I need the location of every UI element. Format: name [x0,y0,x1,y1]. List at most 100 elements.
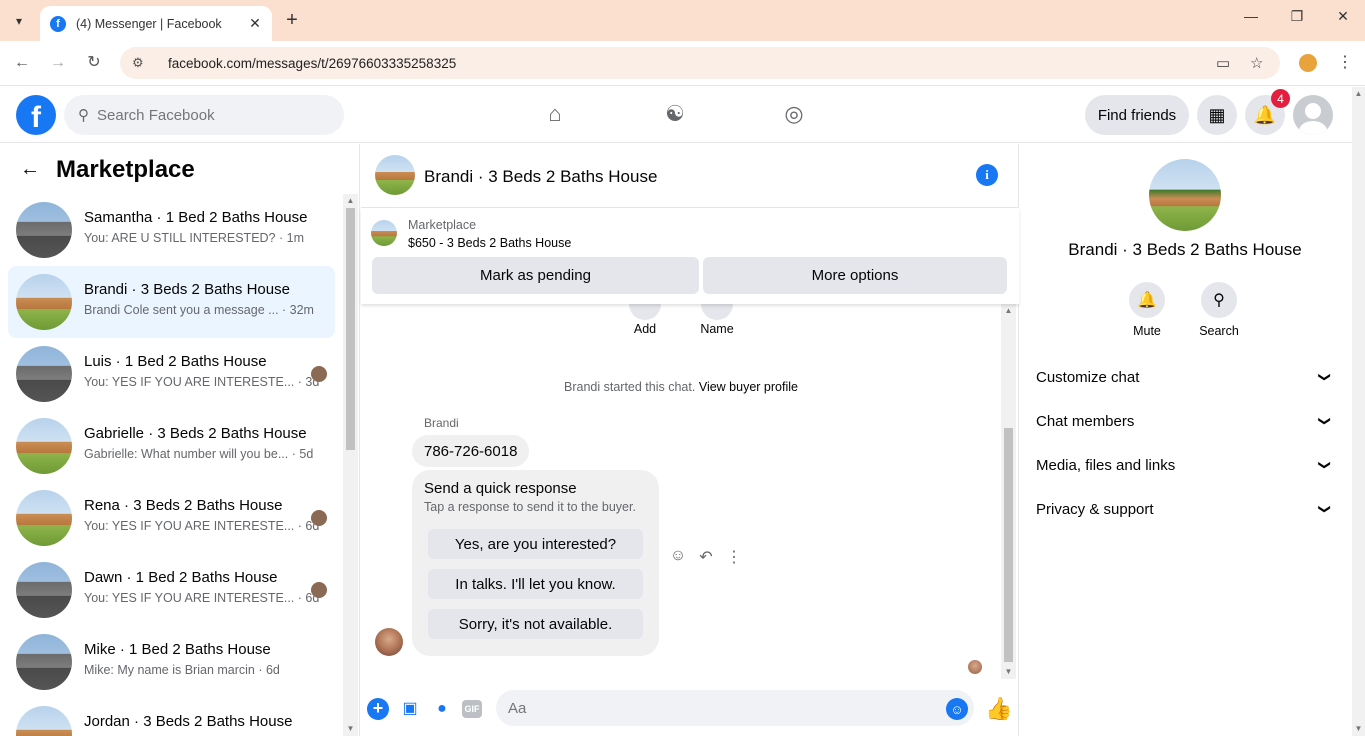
listing-thumbnail [16,418,72,474]
list-scroll-thumb[interactable] [346,208,355,450]
mute-action[interactable]: 🔔 Mute [1117,282,1177,338]
chat-scrollbar[interactable]: ▲ ▼ [1001,304,1016,679]
chat-scroll-thumb[interactable] [1004,428,1013,662]
new-tab-icon[interactable]: + [282,9,302,32]
home-icon[interactable]: ⌂ [541,101,569,129]
conversation-item[interactable]: Dawn · 1 Bed 2 Baths House You: YES IF YO… [8,554,335,626]
message-bubble[interactable]: 786-726-6018 [412,435,530,467]
conversation-sidebar: ← Marketplace Samantha · 1 Bed 2 Baths H… [0,144,360,736]
page-scrollbar[interactable]: ▲ ▼ [1352,87,1365,736]
groups-icon[interactable]: ◎ [780,101,808,129]
customize-chat-section[interactable]: Customize chat ❯ [1028,357,1338,397]
quick-reply-yes-button[interactable]: Yes, are you interested? [428,529,643,559]
tab-search-icon[interactable]: ▾ [8,10,30,32]
search-conversation-icon[interactable]: ⚲ [1201,282,1237,318]
chevron-down-icon: ❯ [1317,371,1332,383]
chat-title[interactable]: Brandi · 3 Beds 2 Baths House [424,167,657,187]
mark-pending-button[interactable]: Mark as pending [372,257,699,294]
conversation-snippet: Mike: My name is Brian marcin · 6d [84,663,280,677]
site-info-icon[interactable]: ⚙ [132,55,150,71]
react-emoji-icon[interactable]: ☺ [668,547,688,565]
message-input-box[interactable] [496,690,974,726]
window-close-icon[interactable]: ✕ [1331,8,1355,25]
reply-icon[interactable]: ↶ [696,547,716,567]
sticker-icon[interactable]: ● [431,698,453,720]
view-buyer-profile-link[interactable]: View buyer profile [699,380,798,394]
customize-chat-label: Customize chat [1036,368,1140,386]
chat-members-section[interactable]: Chat members ❯ [1028,401,1338,441]
message-input[interactable] [508,699,928,717]
listing-thumbnail [16,562,72,618]
name-label: Name [700,322,734,336]
restore-icon[interactable]: ❐ [1285,8,1309,25]
nickname-icon[interactable] [701,304,733,320]
like-thumbs-up-icon[interactable]: 👍 [985,696,1012,722]
page-scroll-down-icon[interactable]: ▼ [1352,724,1365,733]
conversation-item[interactable]: Gabrielle · 3 Beds 2 Baths House Gabriell… [8,410,335,482]
find-friends-button[interactable]: Find friends [1085,95,1189,135]
conversation-item[interactable]: Samantha · 1 Bed 2 Baths House You: ARE U… [8,194,335,266]
mute-bell-icon[interactable]: 🔔 [1129,282,1165,318]
emoji-picker-icon[interactable]: ☺ [946,698,968,720]
back-icon[interactable]: ← [11,52,33,74]
browser-tab[interactable]: f (4) Messenger | Facebook ✕ [40,6,272,41]
conversation-item[interactable]: Mike · 1 Bed 2 Baths House Mike: My name … [8,626,335,698]
add-label: Add [633,322,657,336]
back-arrow-icon[interactable]: ← [20,158,40,181]
url-text[interactable]: facebook.com/messages/t/2697660333525832… [168,56,456,71]
bookmark-star-icon[interactable]: ☆ [1250,54,1263,72]
list-scroll-down-icon[interactable]: ▼ [343,724,358,733]
facebook-search[interactable]: ⚲ [64,95,344,135]
conversation-item[interactable]: Luis · 1 Bed 2 Baths House You: YES IF YO… [8,338,335,410]
conversation-name: Jordan · 3 Beds 2 Baths House [84,713,293,730]
search-action[interactable]: ⚲ Search [1189,282,1249,338]
details-avatar[interactable] [1149,159,1221,231]
account-avatar[interactable] [1293,95,1333,135]
privacy-support-section[interactable]: Privacy & support ❯ [1028,489,1338,529]
search-label: Search [1199,324,1239,338]
chat-started-text: Brandi started this chat. [564,380,696,394]
listing-thumbnail[interactable] [371,220,397,246]
info-icon[interactable]: i [976,164,998,186]
add-contact-icon[interactable] [629,304,661,320]
reload-icon[interactable]: ↻ [83,52,105,74]
search-input[interactable] [97,106,317,124]
minimize-icon[interactable]: — [1239,8,1263,24]
install-app-icon[interactable]: ▭ [1216,54,1230,72]
quick-reply-talks-button[interactable]: In talks. I'll let you know. [428,569,643,599]
media-files-section[interactable]: Media, files and links ❯ [1028,445,1338,485]
sender-avatar[interactable] [375,628,403,656]
menu-grid-icon[interactable]: ▦ [1197,95,1237,135]
chevron-down-icon: ❯ [1317,503,1332,515]
message-thread: Add Name Brandi started this chat. View … [361,304,1019,679]
gif-icon[interactable]: GIF [462,700,482,718]
conversation-snippet: Gabrielle: What number will you be... · … [84,447,314,461]
more-options-plus-icon[interactable]: + [367,698,389,720]
forward-icon[interactable]: → [47,52,69,74]
more-options-button[interactable]: More options [703,257,1007,294]
name-action[interactable]: Name [687,304,747,336]
list-scroll-up-icon[interactable]: ▲ [343,196,358,205]
chat-scroll-down-icon[interactable]: ▼ [1001,667,1016,676]
add-action[interactable]: Add [615,304,675,336]
listing-title[interactable]: $650 - 3 Beds 2 Baths House [408,236,571,250]
close-tab-icon[interactable]: ✕ [246,15,264,32]
mute-label: Mute [1133,324,1161,338]
conversation-item[interactable]: Rena · 3 Beds 2 Baths House You: YES IF Y… [8,482,335,554]
conversation-item[interactable]: Brandi · 3 Beds 2 Baths House Brandi Cole… [8,266,335,338]
conversation-list-scrollbar[interactable]: ▲ ▼ [343,194,358,736]
omnibox[interactable]: ⚙ facebook.com/messages/t/26976603335258… [120,47,1280,79]
page-scroll-up-icon[interactable]: ▲ [1352,89,1365,98]
quick-reply-sorry-button[interactable]: Sorry, it's not available. [428,609,643,639]
attach-photo-icon[interactable]: ▣ [399,698,421,720]
conversation-item[interactable]: Jordan · 3 Beds 2 Baths House [8,698,335,736]
facebook-logo-icon[interactable]: f [16,95,56,135]
chat-avatar[interactable] [375,155,415,195]
more-actions-icon[interactable]: ⋮ [724,547,744,567]
marketplace-label: Marketplace [408,218,477,232]
chat-scroll-up-icon[interactable]: ▲ [1001,306,1016,315]
message-composer: + ▣ ● GIF ☺ 👍 [361,684,1019,732]
browser-menu-icon[interactable]: ⋮ [1337,52,1353,72]
browser-profile-avatar[interactable] [1299,54,1317,72]
friends-icon[interactable]: ☯ [661,101,689,129]
